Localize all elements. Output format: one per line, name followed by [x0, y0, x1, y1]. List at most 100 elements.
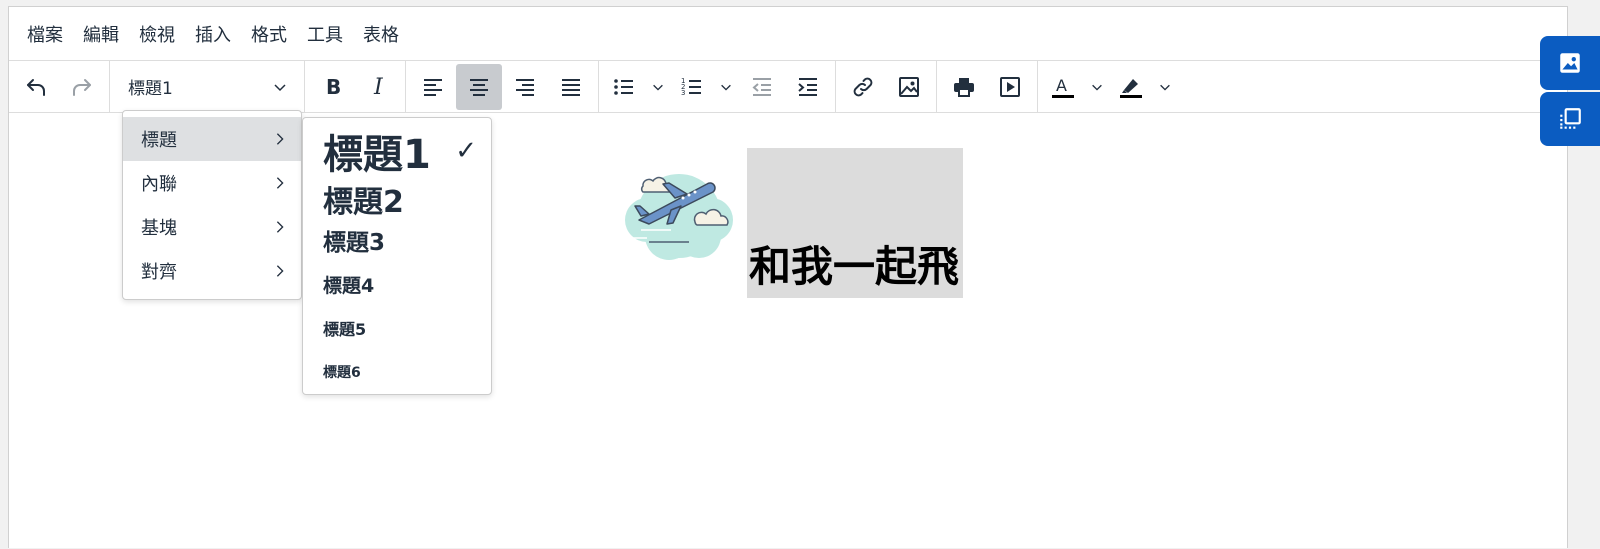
undo-button[interactable] — [13, 64, 59, 110]
heading-text[interactable]: 和我一起飛 — [747, 246, 959, 298]
align-left-icon — [424, 78, 442, 96]
link-button[interactable] — [840, 64, 886, 110]
format-menu-item-label: 內聯 — [141, 174, 177, 195]
bullet-list-button[interactable] — [603, 64, 645, 110]
align-right-button[interactable] — [502, 64, 548, 110]
toolbar: 標題1 B I 1 2 3 A — [9, 61, 1567, 113]
print-icon — [954, 77, 974, 97]
heading-option-label: 標題2 — [323, 185, 404, 220]
layers-icon — [1560, 108, 1581, 129]
image-button[interactable] — [886, 64, 932, 110]
chevron-right-icon — [276, 265, 284, 277]
alignment-group — [406, 61, 599, 112]
indent-button[interactable] — [785, 64, 831, 110]
italic-button[interactable]: I — [355, 64, 401, 110]
chevron-down-icon — [721, 84, 731, 91]
chevron-down-icon — [1160, 84, 1170, 91]
heading-option-h2[interactable]: 標題2 — [303, 180, 491, 220]
airplane-clouds-illustration — [625, 174, 733, 260]
color-group: A — [1038, 61, 1182, 112]
blocks-group: 標題1 — [110, 61, 305, 112]
highlight-color-dropdown[interactable] — [1152, 64, 1178, 110]
text-color-dropdown[interactable] — [1084, 64, 1110, 110]
indent-icon — [798, 77, 817, 96]
print-button[interactable] — [941, 64, 987, 110]
block-format-value: 標題1 — [128, 79, 173, 99]
bold-button[interactable]: B — [309, 64, 355, 110]
align-justify-button[interactable] — [548, 64, 594, 110]
numbered-list-icon: 123 — [681, 77, 701, 97]
format-menu-item-blocks[interactable]: 基塊 — [123, 205, 301, 249]
lists-group: 123 — [599, 61, 836, 112]
chevron-down-icon — [1092, 84, 1102, 91]
svg-text:B: B — [326, 75, 341, 99]
format-menu-item-label: 標題 — [141, 130, 177, 151]
align-center-icon — [470, 78, 488, 96]
heading-option-h5[interactable]: 標題5 — [303, 306, 491, 350]
menubar: 檔案 編輯 檢視 插入 格式 工具 表格 — [9, 7, 1567, 61]
heading-option-label: 標題4 — [323, 274, 375, 297]
numbered-list-dropdown[interactable] — [713, 64, 739, 110]
play-icon — [1000, 76, 1020, 97]
chevron-right-icon — [276, 221, 284, 233]
align-center-button[interactable] — [456, 63, 502, 110]
svg-text:I: I — [373, 75, 384, 99]
chevron-right-icon — [276, 133, 284, 145]
heading-option-h4[interactable]: 標題4 — [303, 262, 491, 306]
svg-text:A: A — [1056, 76, 1067, 95]
menu-format[interactable]: 格式 — [241, 15, 297, 53]
chevron-down-icon — [653, 84, 663, 91]
image-icon — [1560, 53, 1580, 73]
highlighter-icon — [1120, 78, 1142, 98]
menu-file[interactable]: 檔案 — [17, 15, 73, 53]
heading-option-h6[interactable]: 標題6 — [303, 350, 491, 394]
menu-view[interactable]: 檢視 — [129, 15, 185, 53]
svg-text:3: 3 — [681, 89, 685, 97]
bold-icon: B — [326, 75, 341, 99]
image-icon — [899, 76, 919, 97]
menu-insert[interactable]: 插入 — [185, 15, 241, 53]
redo-icon — [73, 78, 91, 96]
undo-icon — [27, 78, 45, 96]
italic-icon: I — [373, 75, 384, 99]
menu-table[interactable]: 表格 — [353, 15, 409, 53]
align-right-icon — [516, 78, 534, 96]
side-image-button[interactable] — [1540, 36, 1600, 90]
bullet-list-dropdown[interactable] — [645, 64, 671, 110]
highlight-color-button[interactable] — [1110, 64, 1152, 110]
align-left-button[interactable] — [410, 64, 456, 110]
block-format-select[interactable]: 標題1 — [114, 64, 300, 110]
heading-option-label: 標題1 — [323, 132, 431, 178]
heading-option-label: 標題6 — [323, 365, 361, 381]
format-menu-item-label: 對齊 — [141, 262, 177, 283]
format-menu-item-label: 基塊 — [141, 218, 177, 239]
heading-option-h3[interactable]: 標題3 — [303, 218, 491, 262]
link-icon — [853, 77, 873, 96]
media-button[interactable] — [987, 64, 1033, 110]
text-style-group: B I — [305, 61, 406, 112]
heading-option-label: 標題5 — [323, 320, 367, 339]
menu-edit[interactable]: 編輯 — [73, 15, 129, 53]
insert-group — [836, 61, 937, 112]
menu-tools[interactable]: 工具 — [297, 15, 353, 53]
format-submenu: 標題 內聯 基塊 對齊 — [122, 110, 302, 300]
heading-block[interactable]: 和我一起飛 — [747, 148, 963, 298]
side-layers-button[interactable] — [1540, 92, 1600, 146]
format-menu-item-headings[interactable]: 標題 — [123, 117, 301, 161]
print-media-group — [937, 61, 1038, 112]
checkmark-icon: ✓ — [455, 136, 477, 166]
text-color-button[interactable]: A — [1042, 64, 1084, 110]
redo-button[interactable] — [59, 64, 105, 110]
outdent-button[interactable] — [739, 64, 785, 110]
bullet-list-icon — [614, 78, 633, 95]
outdent-icon — [752, 77, 771, 96]
chevron-right-icon — [276, 177, 284, 189]
heading-option-h1[interactable]: 標題1 ✓ — [303, 122, 491, 180]
history-group — [9, 61, 110, 112]
format-menu-item-align[interactable]: 對齊 — [123, 249, 301, 293]
format-menu-item-inline[interactable]: 內聯 — [123, 161, 301, 205]
headings-submenu: 標題1 ✓ 標題2 標題3 標題4 標題5 標題6 — [302, 117, 492, 395]
numbered-list-button[interactable]: 123 — [671, 64, 713, 110]
heading-option-label: 標題3 — [323, 230, 386, 256]
chevron-down-icon — [274, 83, 286, 91]
